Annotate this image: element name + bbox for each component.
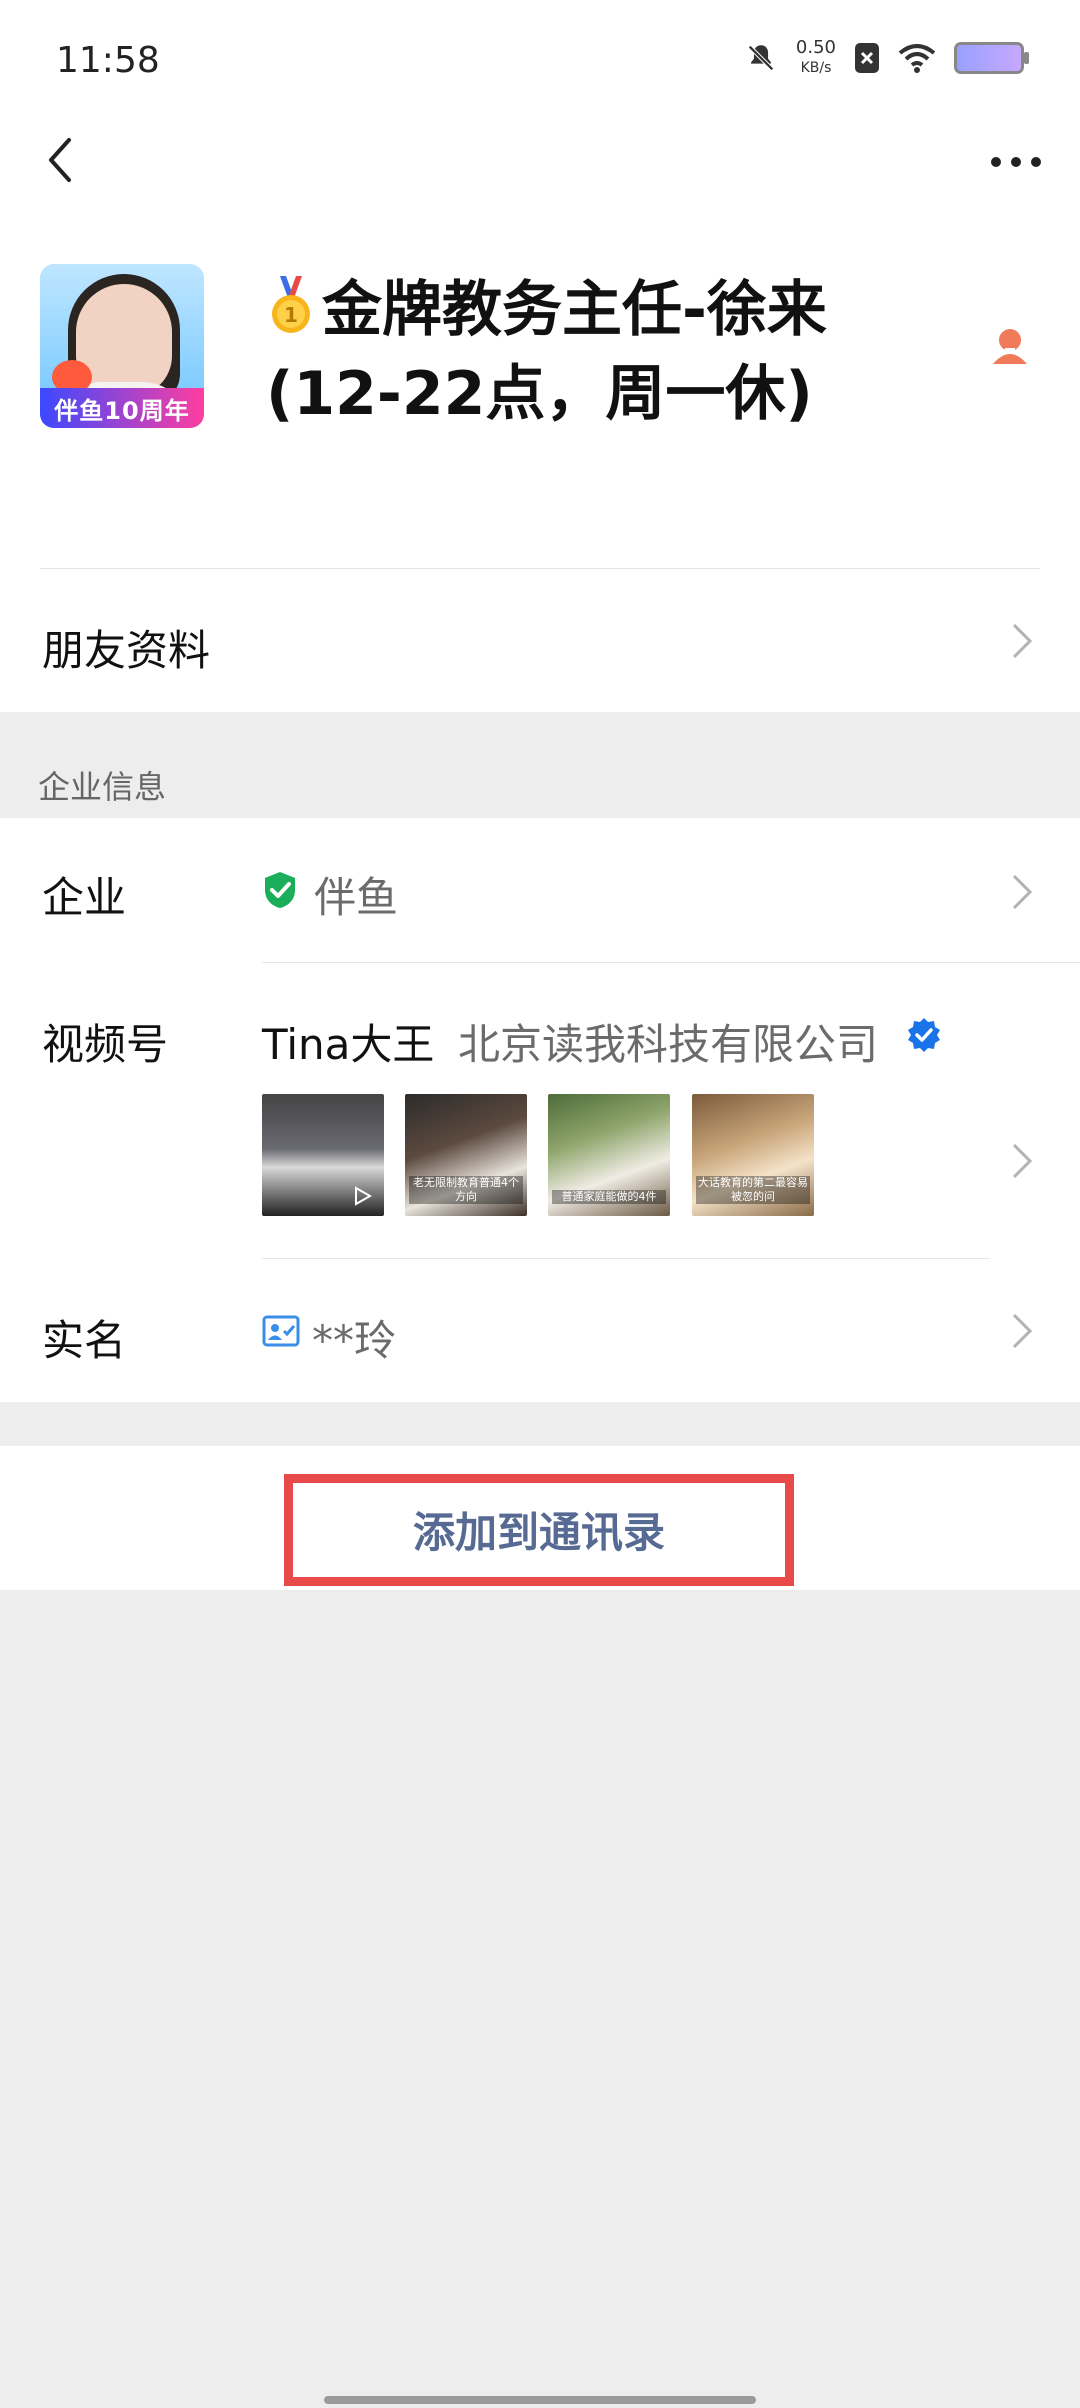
channels-org: 北京读我科技有限公司 (458, 1020, 879, 1069)
section-title: 企业信息 (38, 768, 167, 806)
add-to-contacts-label: 添加到通讯录 (412, 1508, 665, 1557)
net-speed: 0.50 KB/s (795, 37, 836, 77)
realname-value: **玲 (312, 1316, 397, 1365)
contact-name-subtitle: (12-22点，周一休) (266, 359, 813, 429)
realname-label: 实名 (42, 1316, 127, 1365)
status-time: 11:58 (56, 40, 160, 81)
chevron-right-icon (1012, 1143, 1033, 1179)
company-row[interactable]: 企业 伴鱼 (0, 818, 1080, 962)
section-header: 企业信息 (0, 712, 1080, 818)
id-card-icon (262, 1315, 300, 1347)
realname-row[interactable]: 实名 **玲 (0, 1259, 1080, 1402)
friend-info-row[interactable]: 朋友资料 (0, 569, 1080, 712)
wifi-icon (898, 44, 936, 73)
company-value: 伴鱼 (314, 873, 399, 922)
contact-name: 1 金牌教务主任-徐来 (12-22点，周一休) (266, 275, 827, 429)
mute-icon (748, 45, 774, 71)
video-thumbnail[interactable] (262, 1094, 384, 1216)
status-icons: 0.50 KB/s (744, 37, 1029, 78)
channels-row[interactable]: 视频号 Tina大王 北京读我科技有限公司 (0, 963, 1080, 1258)
channels-label: 视频号 (42, 1020, 169, 1069)
avatar[interactable]: 伴鱼10周年 (40, 264, 204, 428)
chevron-right-icon (1012, 623, 1033, 659)
company-label: 企业 (42, 873, 127, 922)
home-indicator (324, 2396, 756, 2404)
avatar-badge: 伴鱼10周年 (40, 388, 204, 428)
friend-info-label: 朋友资料 (42, 626, 211, 675)
verified-shield-icon (265, 872, 295, 908)
verified-badge-icon (908, 1018, 940, 1052)
chevron-left-icon (49, 138, 71, 182)
enterprise-staff-icon (993, 329, 1027, 364)
more-icon (991, 157, 1041, 167)
video-thumbnail[interactable]: 老无限制教育普通4个方向 (405, 1094, 527, 1216)
battery-icon (954, 42, 1029, 74)
nosim-icon (855, 43, 879, 73)
channels-account: Tina大王 (262, 1020, 435, 1069)
play-icon (355, 1186, 372, 1206)
add-to-contacts-button[interactable]: 添加到通讯录 (284, 1474, 794, 1586)
video-thumbnail[interactable]: 普通家庭能做的4件 (548, 1094, 670, 1216)
gold-medal-icon: 1 (272, 276, 310, 333)
more-button[interactable] (986, 140, 1046, 184)
chevron-right-icon (1012, 1313, 1033, 1349)
svg-text:1: 1 (284, 303, 298, 327)
video-thumbnail[interactable]: 大话教育的第二最容易被忽的问 (692, 1094, 814, 1216)
back-button[interactable] (30, 130, 90, 190)
chevron-right-icon (1012, 874, 1033, 910)
